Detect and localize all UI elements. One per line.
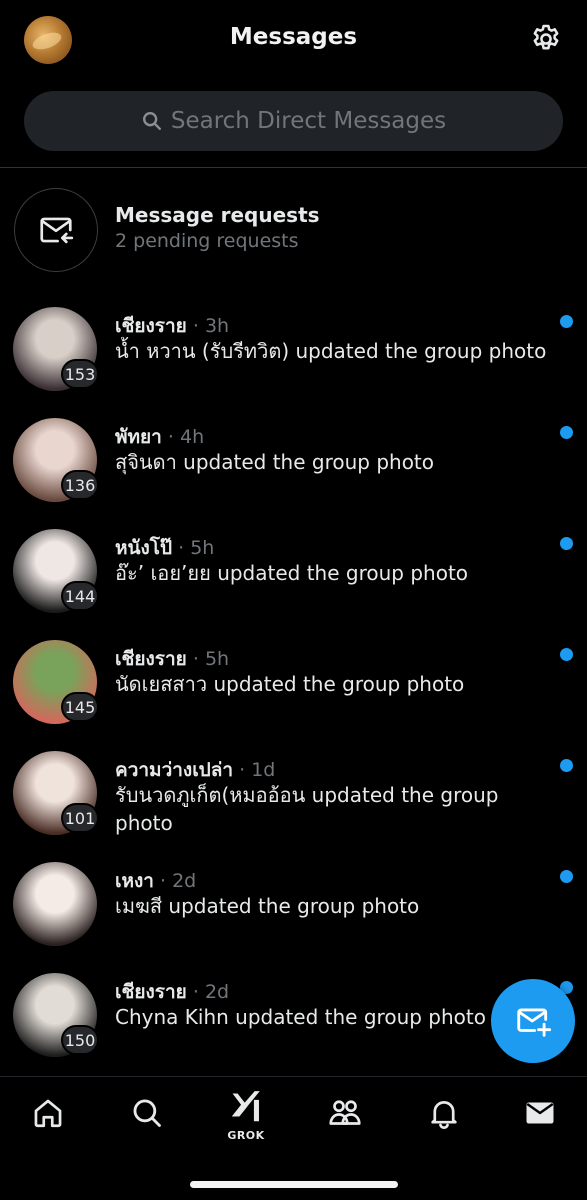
communities-tab[interactable] xyxy=(323,1091,367,1135)
conversation-time: · 4h xyxy=(167,426,205,448)
unread-dot-icon xyxy=(560,648,573,661)
member-count-badge: 136 xyxy=(61,470,99,500)
conversation-time: · 2d xyxy=(160,870,197,892)
communities-icon xyxy=(329,1100,361,1125)
notifications-tab[interactable] xyxy=(422,1091,466,1135)
mail-icon xyxy=(526,1102,554,1124)
message-requests-subtitle: 2 pending requests xyxy=(115,230,299,252)
grok-icon xyxy=(231,1091,260,1122)
member-count-badge: 150 xyxy=(61,1025,99,1055)
conversation-name: เชียงราย xyxy=(115,648,187,670)
conversation-row[interactable]: 136 พัทยา · 4h สุจินดา updated the group p… xyxy=(0,418,587,522)
conversation-preview: อ๊ะ’ เอย’ยย updated the group photo xyxy=(115,561,469,585)
home-indicator xyxy=(190,1181,398,1188)
search-placeholder: Search Direct Messages xyxy=(170,108,447,134)
conversation-row[interactable]: 101 ความว่างเปล่า · 1d รับนวดภูเก็ต(หมออ้อ… xyxy=(0,751,587,855)
unread-dot-icon xyxy=(560,537,573,550)
divider xyxy=(0,167,587,168)
search-icon xyxy=(142,112,161,130)
message-requests-title: Message requests xyxy=(115,203,320,227)
conversation-name: หนังโป๊ xyxy=(115,537,173,559)
settings-gear-icon[interactable] xyxy=(529,22,563,56)
conversation-name: เชียงราย xyxy=(115,315,187,337)
unread-dot-icon xyxy=(560,759,573,772)
conversation-preview: เมฆสี updated the group photo xyxy=(115,894,420,918)
member-count-badge: 101 xyxy=(61,803,99,833)
page-title: Messages xyxy=(229,24,358,50)
home-tab[interactable] xyxy=(26,1091,70,1135)
conversation-name: ความว่างเปล่า xyxy=(115,759,234,781)
top-bar: Messages xyxy=(0,0,587,78)
conversation-row[interactable]: เหงา · 2d เมฆสี updated the group photo xyxy=(0,862,587,966)
unread-dot-icon xyxy=(560,315,573,328)
member-count-badge: 153 xyxy=(61,359,99,389)
conversation-name: พัทยา xyxy=(115,426,162,448)
member-count-badge: 144 xyxy=(61,581,99,611)
home-icon xyxy=(34,1099,62,1128)
unread-dot-icon xyxy=(560,870,573,883)
conversation-row[interactable]: 153 เชียงราย · 3h น้ำ หวาน (รับรีทวิต) upd… xyxy=(0,307,587,411)
messages-tab[interactable] xyxy=(518,1091,562,1135)
conversation-name: เชียงราย xyxy=(115,981,187,1003)
new-message-icon xyxy=(517,1008,552,1037)
search-icon xyxy=(133,1099,161,1127)
conversation-row[interactable]: 144 หนังโป๊ · 5h อ๊ะ’ เอย’ยย updated the g… xyxy=(0,529,587,633)
message-request-icon xyxy=(14,188,98,272)
grok-tab[interactable] xyxy=(224,1085,268,1129)
explore-tab[interactable] xyxy=(125,1091,169,1135)
unread-dot-icon xyxy=(560,426,573,439)
conversation-preview: น้ำ หวาน (รับรีทวิต) updated the group p… xyxy=(115,339,547,363)
conversation-preview: สุจินดา updated the group photo xyxy=(115,450,435,474)
bell-icon xyxy=(431,1101,457,1130)
conversation-preview: รับนวดภูเก็ต(หมออ้อน updated the group p… xyxy=(115,783,499,835)
group-avatar xyxy=(13,862,97,946)
search-bar[interactable]: Search Direct Messages xyxy=(24,91,563,151)
conversation-time: · 3h xyxy=(192,315,230,337)
grok-label: GROK xyxy=(227,1129,265,1142)
message-requests-row[interactable]: Message requests 2 pending requests xyxy=(14,188,574,272)
conversation-row[interactable]: 145 เชียงราย · 5h นัดเยสสาว updated the gr… xyxy=(0,640,587,744)
conversation-time: · 5h xyxy=(178,537,215,559)
conversation-time: · 2d xyxy=(192,981,230,1003)
conversation-preview: นัดเยสสาว updated the group photo xyxy=(115,672,465,696)
new-message-button[interactable] xyxy=(491,979,575,1063)
member-count-badge: 145 xyxy=(61,692,99,722)
conversation-name: เหงา xyxy=(115,870,154,892)
conversation-time: · 5h xyxy=(192,648,230,670)
conversation-time: · 1d xyxy=(239,759,276,781)
